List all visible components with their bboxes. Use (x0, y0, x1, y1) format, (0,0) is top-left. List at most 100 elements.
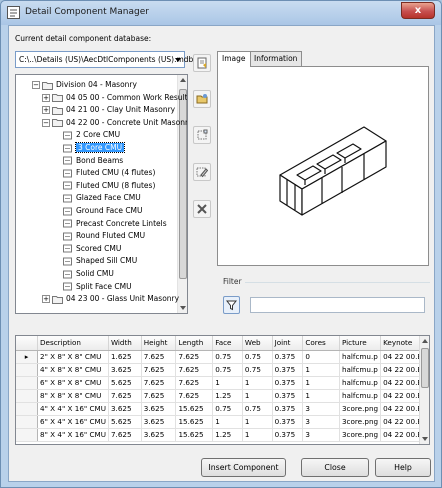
tree-item[interactable]: Fluted CMU (4 flutes) (52, 167, 155, 179)
table-cell[interactable]: 3.625 (141, 415, 177, 429)
column-header-face[interactable]: Face (212, 336, 243, 351)
table-row[interactable]: 8" X 8" X 8" CMU 7.625 7.625 7.625 1.25 1 0.37… (16, 389, 429, 403)
grid-scroll-thumb[interactable] (421, 348, 429, 388)
table-cell[interactable]: 0.375 (272, 415, 304, 429)
new-component-button[interactable] (193, 126, 211, 144)
column-header-height[interactable]: Height (141, 336, 177, 351)
table-cell[interactable]: 2" X 8" X 8" CMU (37, 350, 109, 364)
chevron-down-icon[interactable] (175, 58, 181, 62)
table-cell[interactable]: 8" X 8" X 8" CMU (37, 389, 109, 403)
table-cell[interactable]: halfcmu.p (339, 376, 382, 390)
table-cell[interactable]: 0.75 (242, 363, 273, 377)
tree-item[interactable]: Fluted CMU (8 flutes) (52, 180, 155, 192)
table-row[interactable]: 6" X 8" X 8" CMU 5.625 7.625 7.625 1 1 0.375 1 h… (16, 376, 429, 390)
table-cell[interactable]: 1 (302, 363, 340, 377)
edit-component-button[interactable] (193, 163, 211, 181)
tree-item[interactable]: Shaped Sill CMU (52, 255, 137, 267)
tree-item[interactable]: Ground Face CMU (52, 205, 143, 217)
filter-input[interactable] (250, 297, 425, 313)
table-cell[interactable]: 1 (242, 415, 273, 429)
table-cell[interactable]: 15.625 (175, 415, 214, 429)
table-cell[interactable]: 0.375 (272, 376, 304, 390)
table-row[interactable]: 4" X 8" X 8" CMU 3.625 7.625 7.625 0.75 0.75 0… (16, 363, 429, 377)
database-select[interactable]: C:\..\Details (US)\AecDtlComponents (US)… (15, 51, 193, 68)
table-cell[interactable]: 7.625 (175, 363, 214, 377)
column-header-width[interactable]: Width (108, 336, 142, 351)
table-cell[interactable]: 0.75 (212, 402, 243, 416)
row-header[interactable] (16, 428, 38, 442)
column-header-web[interactable]: Web (242, 336, 273, 351)
tree-item[interactable]: 3 Core CMU (52, 142, 126, 154)
table-cell[interactable]: 1 (212, 376, 243, 390)
tree-item[interactable]: Precast Concrete Lintels (52, 218, 167, 230)
column-header-cores[interactable]: Cores (302, 336, 340, 351)
scroll-up-icon[interactable] (180, 78, 186, 82)
expand-icon[interactable]: + (42, 106, 50, 115)
table-cell[interactable]: 5.625 (108, 415, 142, 429)
tab-information[interactable]: Information (249, 51, 303, 66)
table-cell[interactable]: 0 (302, 350, 340, 364)
table-cell[interactable]: 7.625 (141, 389, 177, 403)
table-cell[interactable]: 0.375 (272, 389, 304, 403)
table-row[interactable]: 8" X 4" X 16" CMU 7.625 3.625 15.625 1.25 1 0.… (16, 428, 429, 442)
tab-image[interactable]: Image (217, 51, 251, 67)
collapse-icon[interactable]: − (32, 81, 40, 89)
table-cell[interactable]: 4" X 8" X 8" CMU (37, 363, 109, 377)
table-cell[interactable]: 0.375 (272, 363, 304, 377)
table-cell[interactable]: 3core.png (339, 402, 382, 416)
title-bar[interactable]: Detail Component Manager x (1, 1, 441, 25)
table-cell[interactable]: 7.625 (108, 428, 142, 442)
table-cell[interactable]: 0.75 (212, 350, 243, 364)
table-cell[interactable]: 1 (302, 376, 340, 390)
table-cell[interactable]: 1 (242, 376, 273, 390)
expand-icon[interactable]: + (42, 93, 50, 102)
table-cell[interactable]: 6" X 4" X 16" CMU (37, 415, 109, 429)
expand-icon[interactable]: + (42, 295, 50, 304)
tree-scrollbar[interactable] (177, 75, 187, 313)
table-cell[interactable]: 7.625 (175, 350, 214, 364)
table-cell[interactable]: halfcmu.p (339, 363, 382, 377)
table-cell[interactable]: 0.75 (242, 402, 273, 416)
table-cell[interactable]: 1.625 (108, 350, 142, 364)
table-cell[interactable]: 1 (242, 389, 273, 403)
tree-item[interactable]: Glazed Face CMU (52, 192, 141, 204)
table-cell[interactable]: 1.25 (212, 428, 243, 442)
close-button[interactable]: Close (301, 458, 369, 477)
table-cell[interactable]: halfcmu.p (339, 350, 382, 364)
column-header-joint[interactable]: Joint (272, 336, 304, 351)
scroll-up-icon[interactable] (422, 339, 428, 343)
row-header[interactable] (16, 389, 38, 403)
table-cell[interactable]: 7.625 (141, 350, 177, 364)
table-cell[interactable]: 0.75 (242, 350, 273, 364)
table-cell[interactable]: 0.375 (272, 428, 304, 442)
table-row[interactable]: 6" X 4" X 16" CMU 5.625 3.625 15.625 1 1 0.375… (16, 415, 429, 429)
table-cell[interactable]: halfcmu.p (339, 389, 382, 403)
table-cell[interactable]: 3.625 (141, 402, 177, 416)
scroll-down-icon[interactable] (180, 306, 186, 310)
table-cell[interactable]: 3.625 (108, 363, 142, 377)
table-cell[interactable]: 7.625 (175, 376, 214, 390)
row-header[interactable] (16, 376, 38, 390)
insert-component-button[interactable]: Insert Component (201, 458, 286, 477)
filter-button[interactable] (223, 296, 240, 314)
table-cell[interactable]: 8" X 4" X 16" CMU (37, 428, 109, 442)
row-header[interactable] (16, 415, 38, 429)
table-row[interactable]: 4" X 4" X 16" CMU 3.625 3.625 15.625 0.75 0.7… (16, 402, 429, 416)
new-database-button[interactable] (193, 54, 211, 72)
tree-item[interactable]: Round Fluted CMU (52, 230, 145, 242)
table-row[interactable]: ▸ 2" X 8" X 8" CMU 1.625 7.625 7.625 0.75 0.75… (16, 350, 429, 364)
table-cell[interactable]: 1 (242, 428, 273, 442)
table-cell[interactable]: 5.625 (108, 376, 142, 390)
tree-item[interactable]: Split Face CMU (52, 281, 132, 293)
help-button[interactable]: Help (375, 458, 431, 477)
component-grid[interactable]: Description Width Height Length Face Web Joint… (15, 335, 430, 445)
table-cell[interactable]: 1 (212, 415, 243, 429)
grid-scrollbar[interactable] (419, 336, 429, 444)
table-cell[interactable]: 15.625 (175, 428, 214, 442)
tree-item[interactable]: 2 Core CMU (52, 129, 120, 141)
table-cell[interactable]: 3 (302, 402, 340, 416)
close-icon[interactable]: x (401, 2, 435, 19)
table-cell[interactable]: 0.75 (212, 363, 243, 377)
tree-item[interactable]: +04 05 00 - Common Work Results f (42, 92, 187, 104)
row-header[interactable] (16, 402, 38, 416)
